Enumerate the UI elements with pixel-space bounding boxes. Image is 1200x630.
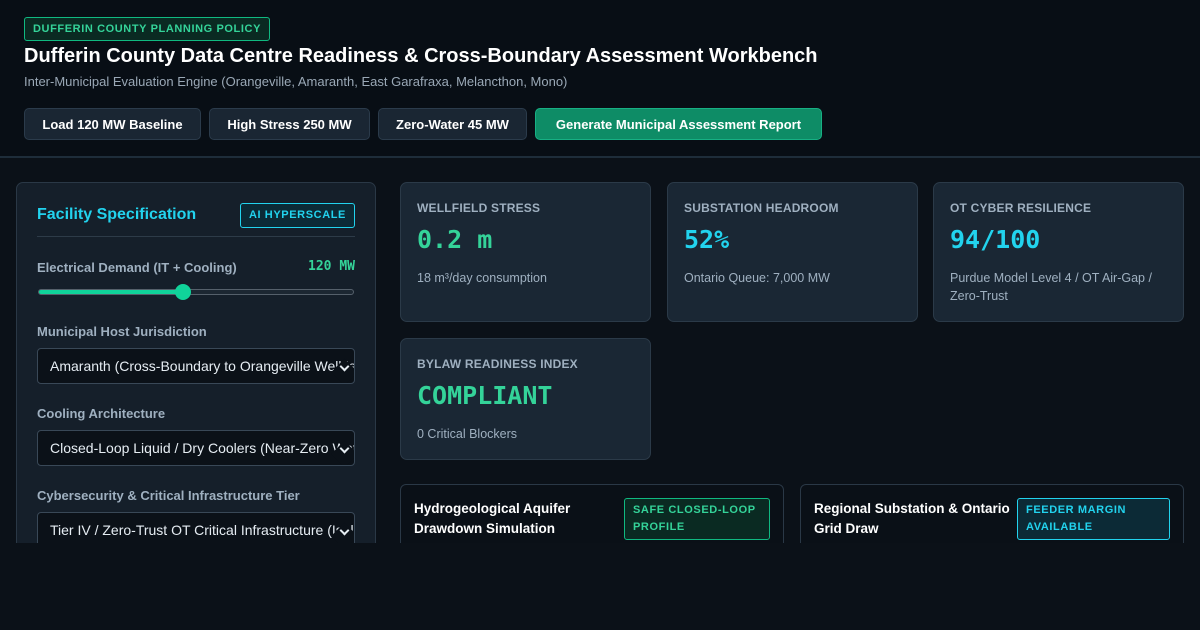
slider-thumb[interactable] <box>175 284 192 300</box>
metric-value: 52% <box>684 225 730 254</box>
wellfield-stress-card: WELLFIELD STRESS 0.2 m 18 m³/day consump… <box>400 182 651 322</box>
metric-subtext: Purdue Model Level 4 / OT Air-Gap / Zero… <box>950 271 1152 303</box>
cooling-label: Cooling Architecture <box>37 406 166 421</box>
metric-value: 0.2 m <box>417 225 493 254</box>
panel-title: Facility Specification <box>37 206 197 223</box>
simulation-title: Hydrogeological Aquifer Drawdown Simulat… <box>414 501 571 536</box>
cyber-tier-label: Cybersecurity & Critical Infrastructure … <box>37 488 300 503</box>
zero-water-button[interactable]: Zero-Water 45 MW <box>378 108 527 140</box>
electrical-demand-slider[interactable] <box>38 284 354 300</box>
cooling-selected-value: Closed-Loop Liquid / Dry Coolers (Near-Z… <box>50 440 355 456</box>
page-title: Dufferin County Data Centre Readiness & … <box>24 45 818 67</box>
metric-subtext: Ontario Queue: 7,000 MW <box>684 271 830 285</box>
slider-fill <box>39 290 184 294</box>
app-header: DUFFERIN COUNTY PLANNING POLICY Dufferin… <box>0 0 1200 158</box>
policy-badge: DUFFERIN COUNTY PLANNING POLICY <box>24 17 271 41</box>
jurisdiction-select[interactable]: Amaranth (Cross-Boundary to Orangeville … <box>37 348 355 384</box>
cyber-tier-selected-value: Tier IV / Zero-Trust OT Critical Infrast… <box>50 522 355 538</box>
bylaw-readiness-card: BYLAW READINESS INDEX COMPLIANT 0 Critic… <box>400 338 651 460</box>
metric-label: WELLFIELD STRESS <box>417 201 541 215</box>
generate-report-button[interactable]: Generate Municipal Assessment Report <box>535 108 822 140</box>
ot-cyber-resilience-card: OT CYBER RESILIENCE 94/100 Purdue Model … <box>933 182 1184 322</box>
viewport-bottom <box>0 543 1200 630</box>
metric-value: 94/100 <box>950 225 1041 254</box>
metric-value: COMPLIANT <box>417 381 553 410</box>
metric-label: OT CYBER RESILIENCE <box>950 201 1092 215</box>
page-subtitle: Inter-Municipal Evaluation Engine (Orang… <box>24 74 568 89</box>
facility-specification-panel: Facility Specification AI HYPERSCALE Ele… <box>16 182 376 582</box>
substation-headroom-card: SUBSTATION HEADROOM 52% Ontario Queue: 7… <box>667 182 918 322</box>
metric-subtext: 0 Critical Blockers <box>417 427 518 441</box>
panel-divider <box>37 236 355 237</box>
hyperscale-badge: AI HYPERSCALE <box>239 203 355 228</box>
cooling-select[interactable]: Closed-Loop Liquid / Dry Coolers (Near-Z… <box>37 430 355 466</box>
high-stress-button[interactable]: High Stress 250 MW <box>209 108 370 140</box>
load-baseline-button[interactable]: Load 120 MW Baseline <box>24 108 201 140</box>
simulation-title: Regional Substation & Ontario Grid Draw <box>814 501 1010 536</box>
metric-subtext: 18 m³/day consumption <box>417 271 547 285</box>
status-badge: FEEDER MARGIN AVAILABLE <box>1017 498 1170 540</box>
jurisdiction-selected-value: Amaranth (Cross-Boundary to Orangeville … <box>50 358 355 374</box>
electrical-demand-label: Electrical Demand (IT + Cooling) <box>37 260 237 275</box>
electrical-demand-value: 120 MW <box>308 259 355 274</box>
jurisdiction-label: Municipal Host Jurisdiction <box>37 324 207 339</box>
metric-label: SUBSTATION HEADROOM <box>684 201 839 215</box>
metric-label: BYLAW READINESS INDEX <box>417 357 578 371</box>
status-badge: SAFE CLOSED-LOOP PROFILE <box>624 498 770 540</box>
